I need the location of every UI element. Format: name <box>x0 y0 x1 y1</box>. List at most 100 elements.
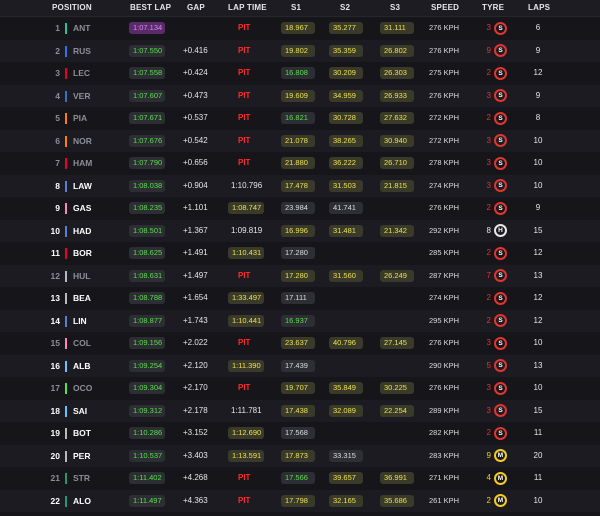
table-row[interactable]: 8 LAW 1:08.038 +0.904 1:10.796 17.478 31.503 21… <box>0 174 600 197</box>
speed-trap: 282 KPH <box>429 428 460 437</box>
table-row[interactable]: 20 PER 1:10.537 +3.403 1:13.591 17.873 33.315 2… <box>0 444 600 467</box>
stint-count: 3 <box>486 135 491 145</box>
header-speed[interactable]: SPEED <box>431 3 459 12</box>
sector-s1: 21.880 <box>281 157 315 169</box>
driver-code[interactable]: NOR <box>73 136 92 146</box>
sector-s3: 26.303 <box>380 67 414 79</box>
table-row[interactable]: 22 ALO 1:11.497 +4.363 PIT 17.798 32.165 35.686… <box>0 489 600 512</box>
stint-count: 9 <box>486 45 491 55</box>
header-best-lap[interactable]: BEST LAP <box>130 3 171 12</box>
header-s2[interactable]: S2 <box>340 3 350 12</box>
driver-code[interactable]: STR <box>73 473 90 483</box>
pit-indicator: PIT <box>238 90 251 100</box>
driver-code[interactable]: HAM <box>73 158 92 168</box>
sector-s2: 40.796 <box>329 337 363 349</box>
header-lap-time[interactable]: LAP TIME <box>228 3 267 12</box>
position-number: 12 <box>50 270 60 281</box>
driver-code[interactable]: HUL <box>73 271 90 281</box>
table-row[interactable]: 16 ALB 1:09.254 +2.120 1:11.390 17.439 290 KPH… <box>0 354 600 377</box>
sector-s2: 31.503 <box>329 179 363 192</box>
lap-time: 1:11.781 <box>231 405 262 415</box>
header-tyre[interactable]: TYRE <box>482 3 504 12</box>
sector-s1: 17.798 <box>281 494 315 507</box>
table-row[interactable]: 12 HUL 1:08.631 +1.497 PIT 17.280 31.560 26.249… <box>0 264 600 287</box>
team-color-bar <box>65 495 67 507</box>
gap-value: +0.542 <box>183 135 208 145</box>
table-row[interactable]: 1 ANT 1:07.134 PIT 18.967 35.277 31.111 276 KPH… <box>0 17 600 40</box>
driver-code[interactable]: BOR <box>73 248 92 258</box>
sector-s2: 36.222 <box>329 157 363 169</box>
best-lap-time: 1:08.038 <box>129 179 165 192</box>
header-s3[interactable]: S3 <box>390 3 400 12</box>
header-laps[interactable]: LAPS <box>528 3 550 12</box>
lap-time: 1:33.497 <box>228 292 264 304</box>
driver-code[interactable]: ALB <box>73 361 90 371</box>
tyre-compound-icon: S <box>494 66 507 80</box>
laps-count: 11 <box>533 428 543 437</box>
driver-code[interactable]: GAS <box>73 203 91 213</box>
stint-count: 2 <box>486 495 491 505</box>
laps-count: 8 <box>535 113 541 122</box>
table-row[interactable]: 2 RUS 1:07.550 +0.416 PIT 19.802 35.359 26.802 2… <box>0 39 600 62</box>
table-row[interactable]: 3 LEC 1:07.558 +0.424 PIT 16.808 30.209 26.303 2… <box>0 62 600 85</box>
driver-code[interactable]: ALO <box>73 496 91 506</box>
driver-code[interactable]: OCO <box>73 383 92 393</box>
table-row[interactable]: 15 COL 1:09.156 +2.022 PIT 23.637 40.796 27.145… <box>0 332 600 355</box>
table-row[interactable]: 17 OCO 1:09.304 +2.170 PIT 19.707 35.849 30.225… <box>0 377 600 400</box>
tyre-compound-icon: S <box>494 134 507 147</box>
sector-s1: 17.111 <box>281 292 315 304</box>
tyre-compound-icon: S <box>494 314 507 327</box>
team-color-bar <box>65 473 67 484</box>
pit-indicator: PIT <box>238 158 251 167</box>
table-row[interactable]: 9 GAS 1:08.235 +1.101 1:08.747 23.984 41.741 27… <box>0 197 600 220</box>
sector-s1: 16.996 <box>281 224 315 237</box>
position-number: 15 <box>50 338 60 348</box>
header-position[interactable]: POSITION <box>52 3 92 12</box>
driver-code[interactable]: LEC <box>73 68 90 78</box>
table-row[interactable]: 7 HAM 1:07.790 +0.656 PIT 21.880 36.222 26.710 2… <box>0 152 600 175</box>
table-row[interactable]: 10 HAD 1:08.501 +1.367 1:09.819 16.996 31.481 2… <box>0 219 600 242</box>
speed-trap: 287 KPH <box>429 270 460 280</box>
table-row[interactable]: 4 VER 1:07.607 +0.473 PIT 19.609 34.959 26.933 2… <box>0 84 600 107</box>
gap-value: +0.473 <box>183 90 208 100</box>
timing-table: POSITION BEST LAP GAP LAP TIME S1 S2 S3 … <box>0 0 600 516</box>
driver-code[interactable]: ANT <box>73 23 90 33</box>
speed-trap: 283 KPH <box>429 450 460 460</box>
header-gap[interactable]: GAP <box>187 3 205 12</box>
driver-code[interactable]: PER <box>73 451 90 461</box>
position-number: 1 <box>55 23 60 33</box>
position-number: 22 <box>50 495 60 506</box>
table-row[interactable]: 11 BOR 1:08.625 +1.491 1:10.431 17.280 285 KPH… <box>0 242 600 265</box>
gap-value: +1.367 <box>183 225 208 235</box>
gap-value: +0.424 <box>183 68 208 77</box>
position-number: 5 <box>55 113 60 123</box>
driver-code[interactable]: PIA <box>73 113 87 123</box>
laps-count: 13 <box>533 270 543 280</box>
laps-count: 6 <box>535 23 541 32</box>
speed-trap: 272 KPH <box>429 113 460 122</box>
team-color-bar <box>65 90 67 102</box>
gap-value: +1.497 <box>183 270 208 280</box>
driver-code[interactable]: LAW <box>73 181 92 191</box>
table-row[interactable]: 13 BEA 1:08.788 +1.654 1:33.497 17.111 274 KPH… <box>0 287 600 310</box>
sector-s3: 31.111 <box>380 22 414 34</box>
driver-code[interactable]: RUS <box>73 46 91 56</box>
driver-code[interactable]: SAI <box>73 406 87 416</box>
table-row[interactable]: 21 STR 1:11.402 +4.268 PIT 17.566 39.657 36.991… <box>0 467 600 490</box>
table-row[interactable]: 19 BOT 1:10.286 +3.152 1:12.690 17.568 282 KPH… <box>0 422 600 445</box>
driver-code[interactable]: LIN <box>73 316 87 326</box>
driver-code[interactable]: HAD <box>73 226 91 236</box>
driver-code[interactable]: BOT <box>73 428 91 438</box>
table-row[interactable]: 18 SAI 1:09.312 +2.178 1:11.781 17.438 32.089 2… <box>0 399 600 422</box>
driver-code[interactable]: VER <box>73 91 90 101</box>
header-s1[interactable]: S1 <box>291 3 301 12</box>
stint-count: 3 <box>486 158 491 167</box>
speed-trap: 295 KPH <box>429 315 460 325</box>
laps-count: 9 <box>535 45 541 55</box>
table-row[interactable]: 6 NOR 1:07.676 +0.542 PIT 21.078 38.265 30.940 2… <box>0 129 600 152</box>
table-row[interactable]: 5 PIA 1:07.671 +0.537 PIT 16.821 30.728 27.632 2… <box>0 107 600 130</box>
driver-code[interactable]: BEA <box>73 293 91 303</box>
driver-code[interactable]: COL <box>73 338 91 348</box>
stint-count: 3 <box>486 180 491 190</box>
table-row[interactable]: 14 LIN 1:08.877 +1.743 1:10.441 16.937 295 KPH… <box>0 309 600 332</box>
